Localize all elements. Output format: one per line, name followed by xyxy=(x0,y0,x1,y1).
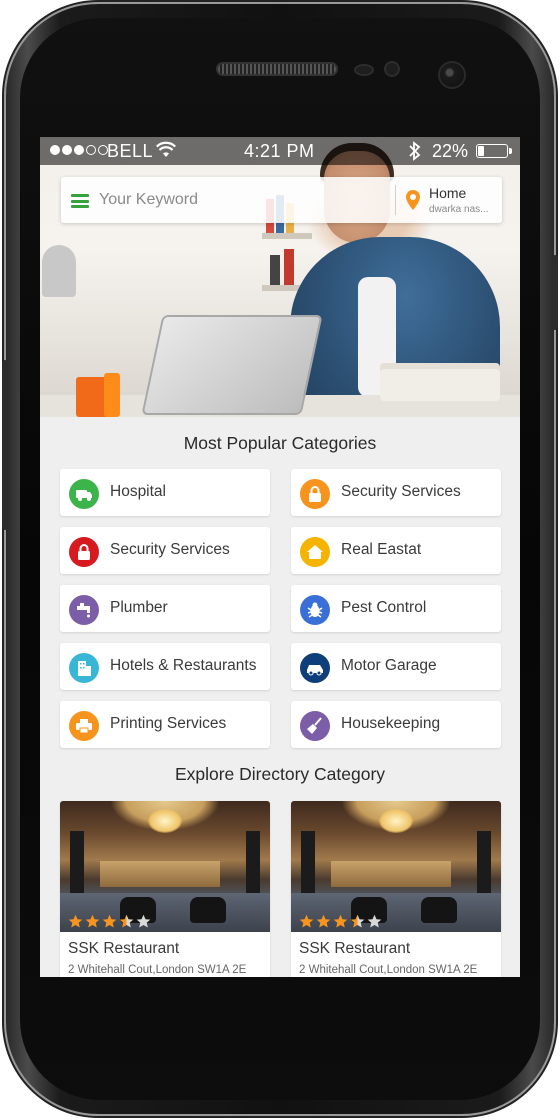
listing-name: SSK Restaurant xyxy=(68,940,180,957)
star-filled-icon xyxy=(102,914,117,928)
category-label: Security Services xyxy=(110,541,230,558)
restaurant-photo xyxy=(291,801,501,932)
earpiece-speaker xyxy=(216,62,338,76)
home-icon xyxy=(300,537,330,567)
restaurant-photo xyxy=(60,801,270,932)
broom-icon xyxy=(300,711,330,741)
category-hotels-restaurants[interactable]: Hotels & Restaurants xyxy=(60,643,270,690)
volume-button xyxy=(2,360,8,530)
category-real-estate[interactable]: Real Eastat xyxy=(291,527,501,574)
category-plumber[interactable]: Plumber xyxy=(60,585,270,632)
category-label: Hospital xyxy=(110,483,166,500)
light-sensor xyxy=(384,61,400,77)
popular-categories-title: Most Popular Categories xyxy=(183,433,377,453)
category-label: Real Eastat xyxy=(341,541,422,558)
listing-address: 2 Whitehall Cout,London SW1A 2E xyxy=(68,964,247,976)
star-empty-icon xyxy=(136,914,151,928)
battery-percentage: 22% xyxy=(432,141,469,161)
carrier-name: BELL xyxy=(107,141,154,161)
category-label: Hotels & Restaurants xyxy=(110,657,257,674)
status-time: 4:21 PM xyxy=(244,141,315,161)
faucet-icon xyxy=(69,595,99,625)
wifi-icon xyxy=(156,141,176,157)
category-housekeeping[interactable]: Housekeeping xyxy=(291,701,501,748)
star-filled-icon xyxy=(85,914,100,928)
signal-strength-icon xyxy=(50,145,108,155)
directory-card[interactable]: SSK Restaurant 2 Whitehall Cout,London S… xyxy=(60,801,270,977)
power-button xyxy=(552,255,558,330)
category-security-services-2[interactable]: Security Services xyxy=(60,527,270,574)
category-label: Pest Control xyxy=(341,599,427,616)
star-empty-icon xyxy=(367,914,382,928)
category-motor-garage[interactable]: Motor Garage xyxy=(291,643,501,690)
battery-icon xyxy=(476,144,512,158)
front-camera xyxy=(438,61,466,89)
listing-address: 2 Whitehall Cout,London SW1A 2E xyxy=(299,964,478,976)
car-icon xyxy=(300,653,330,683)
ambulance-icon xyxy=(69,479,99,509)
directory-card[interactable]: SSK Restaurant 2 Whitehall Cout,London S… xyxy=(291,801,501,977)
category-security-services[interactable]: Security Services xyxy=(291,469,501,516)
rating-stars xyxy=(299,914,382,929)
search-bar: Home dwarka nas... xyxy=(61,177,502,223)
rating-stars xyxy=(68,914,151,929)
category-label: Security Services xyxy=(341,483,461,500)
category-label: Housekeeping xyxy=(341,715,441,732)
lock-icon xyxy=(69,537,99,567)
location-title[interactable]: Home xyxy=(429,185,466,201)
explore-directory-title: Explore Directory Category xyxy=(174,764,386,784)
bluetooth-icon xyxy=(409,141,421,161)
app-screen: BELL 4:21 PM 22% Home dwarka nas... Most… xyxy=(40,137,520,977)
keyword-search-input[interactable] xyxy=(99,185,389,215)
category-printing-services[interactable]: Printing Services xyxy=(60,701,270,748)
star-filled-icon xyxy=(299,914,314,928)
category-pest-control[interactable]: Pest Control xyxy=(291,585,501,632)
location-subtitle: dwarka nas... xyxy=(429,204,489,215)
star-filled-icon xyxy=(333,914,348,928)
building-icon xyxy=(69,653,99,683)
search-divider xyxy=(395,185,396,215)
status-bar: BELL 4:21 PM 22% xyxy=(40,137,520,165)
star-half-icon xyxy=(350,914,365,928)
category-label: Printing Services xyxy=(110,715,227,732)
location-pin-icon[interactable] xyxy=(406,190,420,210)
hamburger-menu-icon[interactable] xyxy=(71,194,89,208)
star-filled-icon xyxy=(68,914,83,928)
category-label: Plumber xyxy=(110,599,168,616)
printer-icon xyxy=(69,711,99,741)
listing-name: SSK Restaurant xyxy=(299,940,411,957)
star-filled-icon xyxy=(316,914,331,928)
bug-icon xyxy=(300,595,330,625)
star-half-icon xyxy=(119,914,134,928)
proximity-sensor xyxy=(354,64,374,76)
lock-icon xyxy=(300,479,330,509)
category-hospital[interactable]: Hospital xyxy=(60,469,270,516)
category-label: Motor Garage xyxy=(341,657,437,674)
